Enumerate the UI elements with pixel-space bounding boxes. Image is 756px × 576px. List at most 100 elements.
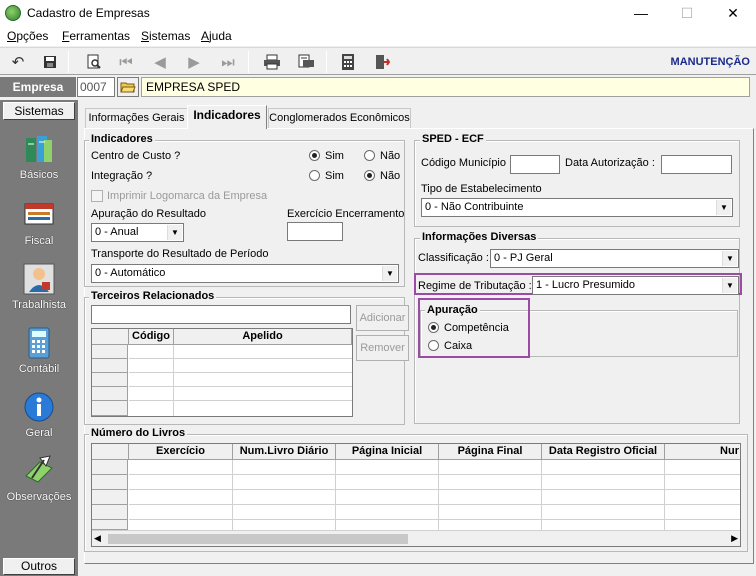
col-pagina-final[interactable]: Página Final	[439, 444, 542, 460]
tab-indicadores[interactable]: Indicadores	[187, 105, 267, 129]
undo-icon[interactable]: ↶	[6, 51, 30, 73]
sidebar-item-fiscal[interactable]: Fiscal	[0, 198, 78, 260]
sidebar-item-trabalhista[interactable]: Trabalhista	[0, 262, 78, 324]
centro-custo-nao-label: Não	[380, 150, 401, 162]
exercicio-encerramento-field[interactable]	[287, 222, 343, 241]
prev-icon[interactable]: ◀	[148, 51, 172, 73]
toolbar-separator	[248, 51, 249, 73]
grid-corner	[92, 444, 129, 460]
centro-custo-sim-radio[interactable]	[309, 150, 320, 161]
sidebar-item-contabil[interactable]: Contábil	[0, 326, 78, 388]
sidebar-item-label: Observações	[6, 491, 72, 503]
open-folder-button[interactable]	[117, 77, 139, 97]
col-num-extra[interactable]: Nur	[665, 444, 740, 460]
grid-line	[173, 345, 174, 416]
horizontal-scrollbar[interactable]: ◀ ▶	[92, 530, 740, 546]
last-icon[interactable]: ⏭	[216, 51, 240, 73]
imprimir-logo-checkbox[interactable]	[91, 190, 103, 202]
col-exercicio[interactable]: Exercício	[129, 444, 233, 460]
data-autorizacao-field[interactable]	[661, 155, 732, 174]
tab-informacoes-gerais[interactable]: Informações Gerais	[85, 108, 188, 128]
sidebar-header-sistemas[interactable]: Sistemas	[3, 102, 75, 120]
next-icon[interactable]: ▶	[182, 51, 206, 73]
caixa-radio[interactable]	[428, 340, 439, 351]
sidebar-item-observacoes[interactable]: Observações	[0, 454, 78, 516]
competencia-label: Competência	[444, 322, 509, 334]
minimize-button[interactable]: —	[618, 0, 664, 26]
grid-corner	[92, 329, 129, 345]
regime-select[interactable]: 1 - Lucro Presumido ▼	[532, 276, 739, 295]
empresa-code-field[interactable]: 0007	[77, 77, 115, 97]
maximize-button[interactable]: ☐	[664, 0, 710, 26]
row-indicator	[92, 401, 128, 416]
scroll-left-icon[interactable]: ◀	[94, 533, 101, 544]
info-icon	[22, 390, 56, 424]
exit-icon[interactable]	[370, 51, 394, 73]
terceiros-search-field[interactable]	[91, 305, 351, 324]
col-num-livro[interactable]: Num.Livro Diário	[233, 444, 336, 460]
tipo-estabelecimento-select[interactable]: 0 - Não Contribuinte ▼	[421, 198, 733, 217]
integracao-label: Integração ?	[91, 170, 153, 182]
save-icon[interactable]	[38, 51, 62, 73]
caixa-label: Caixa	[444, 340, 473, 352]
menu-bar: Opções Ferramentas Sistemas Ajuda	[0, 26, 756, 46]
sidebar-item-label: Geral	[25, 427, 53, 439]
integracao-sim-radio[interactable]	[309, 170, 320, 181]
competencia-radio[interactable]	[428, 322, 439, 333]
print-icon[interactable]	[260, 51, 284, 73]
menu-ferramentas[interactable]: Ferramentas	[62, 29, 130, 43]
row-indicator	[92, 460, 128, 475]
integracao-nao-radio[interactable]	[364, 170, 375, 181]
livros-grid[interactable]: Exercício Num.Livro Diário Página Inicia…	[91, 443, 741, 547]
chevron-down-icon: ▼	[716, 200, 731, 215]
col-pagina-inicial[interactable]: Página Inicial	[336, 444, 439, 460]
imprimir-logo-label: Imprimir Logomarca da Empresa	[107, 190, 268, 202]
calculator-icon[interactable]	[336, 51, 360, 73]
menu-ajuda[interactable]: Ajuda	[201, 29, 232, 43]
scroll-thumb[interactable]	[108, 534, 408, 544]
sidebar-item-geral[interactable]: Geral	[0, 390, 78, 452]
terceiros-grid[interactable]: Código Apelido	[91, 328, 353, 417]
first-icon[interactable]: ⏮	[114, 51, 138, 73]
sidebar-footer-outros[interactable]: Outros	[3, 558, 75, 575]
row-indicator	[92, 373, 128, 387]
indicadores-title: Indicadores	[89, 133, 155, 145]
grid-line	[129, 372, 352, 373]
worker-icon	[22, 262, 56, 296]
codigo-municipio-field[interactable]	[510, 155, 560, 174]
chevron-down-icon: ▼	[382, 266, 397, 281]
chevron-down-icon: ▼	[167, 225, 182, 240]
centro-custo-nao-radio[interactable]	[364, 150, 375, 161]
centro-custo-sim-label: Sim	[325, 150, 344, 162]
toolbar-separator	[326, 51, 327, 73]
print-setup-icon[interactable]	[294, 51, 318, 73]
tab-conglomerados[interactable]: Conglomerados Econômicos	[268, 108, 411, 128]
remover-button[interactable]: Remover	[356, 335, 409, 361]
adicionar-button[interactable]: Adicionar	[356, 305, 409, 331]
window-title: Cadastro de Empresas	[27, 6, 150, 20]
data-autorizacao-label: Data Autorização :	[565, 157, 655, 169]
scroll-right-icon[interactable]: ▶	[731, 533, 738, 544]
terceiros-title: Terceiros Relacionados	[89, 290, 217, 302]
empresa-name-field[interactable]: EMPRESA SPED	[141, 77, 750, 97]
close-button[interactable]: ✕	[710, 0, 756, 26]
fiscal-icon	[22, 198, 56, 232]
chevron-down-icon: ▼	[722, 278, 737, 293]
grid-line	[129, 504, 740, 505]
grid-line	[129, 400, 352, 401]
apuracao-resultado-select[interactable]: 0 - Anual ▼	[91, 223, 184, 242]
preview-icon[interactable]	[82, 51, 106, 73]
sidebar-item-basicos[interactable]: Básicos	[0, 132, 78, 194]
menu-opcoes[interactable]: Opções	[7, 29, 48, 43]
col-data-registro[interactable]: Data Registro Oficial	[542, 444, 665, 460]
regime-label: Regime de Tributação :	[418, 280, 532, 292]
grid-line	[129, 519, 740, 520]
col-codigo[interactable]: Código	[129, 329, 174, 345]
menu-sistemas[interactable]: Sistemas	[141, 29, 190, 43]
mode-label: MANUTENÇÃO	[670, 56, 750, 68]
grid-line	[129, 386, 352, 387]
col-apelido[interactable]: Apelido	[174, 329, 352, 345]
row-indicator	[92, 359, 128, 373]
classificacao-select[interactable]: 0 - PJ Geral ▼	[490, 249, 739, 268]
transporte-select[interactable]: 0 - Automático ▼	[91, 264, 399, 283]
